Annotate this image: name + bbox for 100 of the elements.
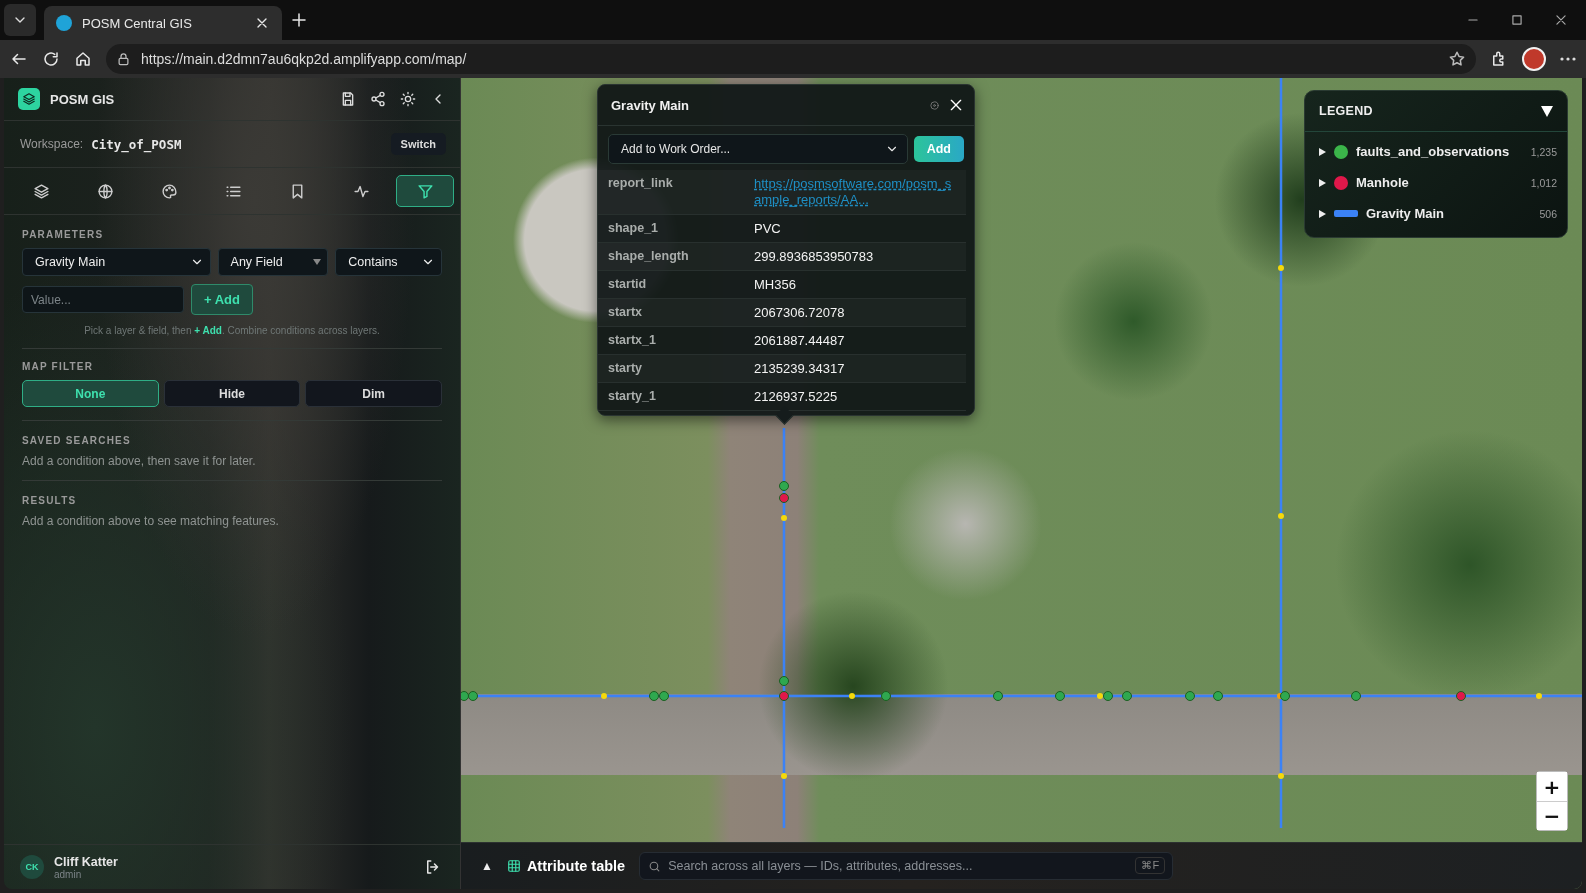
attribute-key: report_link <box>608 176 754 190</box>
observation-point[interactable] <box>1351 691 1361 701</box>
report-link[interactable]: https://posmsoftware.com/posm_sample_reports/AA... <box>754 176 956 208</box>
attribute-value: MH356 <box>754 277 796 292</box>
collapse-triangle-icon[interactable] <box>1541 105 1553 117</box>
attribute-key: startx_1 <box>608 333 754 347</box>
observation-point[interactable] <box>1055 691 1065 701</box>
globe-icon <box>96 182 114 200</box>
observation-point[interactable] <box>1103 691 1113 701</box>
observation-point[interactable] <box>1280 691 1290 701</box>
switch-button[interactable]: Switch <box>390 133 446 155</box>
manhole-marker[interactable] <box>779 691 789 701</box>
vertex-point[interactable] <box>601 693 607 699</box>
vertex-point[interactable] <box>1097 693 1103 699</box>
layer-name: faults_and_observations <box>1356 144 1511 159</box>
app-name: POSM GIS <box>50 91 116 107</box>
layer-select[interactable]: Gravity Main <box>22 248 211 276</box>
feature-count: 1,012 <box>1530 176 1557 189</box>
user-avatar: CK <box>20 855 44 879</box>
observation-point[interactable] <box>468 691 478 701</box>
vertex-point[interactable] <box>1278 513 1284 519</box>
popup-title: Gravity Main <box>611 97 691 113</box>
reload-icon <box>42 50 60 68</box>
observation-point[interactable] <box>1213 691 1223 701</box>
new-tab-plus-icon <box>290 11 308 29</box>
address-bar[interactable]: https://main.d2dmn7au6qkp2d.amplifyapp.com/map/ <box>106 44 1476 74</box>
vertex-point[interactable] <box>781 515 787 521</box>
attribute-value: 299.8936853950783 <box>754 249 874 264</box>
field-select[interactable]: Any Field <box>217 248 329 276</box>
observation-point[interactable] <box>993 691 1003 701</box>
manhole-marker[interactable] <box>779 493 789 503</box>
attribute-value: 2126937.5225 <box>754 389 838 404</box>
manhole-marker[interactable] <box>1456 691 1466 701</box>
zoom-out-button[interactable]: − <box>1537 801 1567 830</box>
observation-point[interactable] <box>1122 691 1132 701</box>
tab-list-button[interactable] <box>4 4 36 36</box>
maximize-icon <box>1510 13 1524 27</box>
vertex-point[interactable] <box>1536 693 1542 699</box>
section-heading: RESULTS <box>22 495 78 506</box>
target-icon <box>929 99 940 111</box>
layers-icon <box>32 182 50 200</box>
vertex-point[interactable] <box>1278 265 1284 271</box>
observation-point[interactable] <box>779 481 789 491</box>
share-icon <box>370 91 386 107</box>
attribute-key: startid <box>608 277 754 291</box>
vertex-point[interactable] <box>1278 773 1284 779</box>
attribute-value: PVC <box>754 221 781 236</box>
table-icon <box>506 859 521 873</box>
observation-point[interactable] <box>1185 691 1195 701</box>
observation-point[interactable] <box>779 676 789 686</box>
attribute-table-button[interactable]: Attribute table <box>506 858 626 874</box>
work-order-select[interactable]: Add to Work Order... <box>608 134 908 164</box>
filter-option[interactable]: Hide <box>163 380 301 407</box>
attribute-key: shape_1 <box>608 221 754 235</box>
layer-name: Gravity Main <box>1366 206 1446 221</box>
expand-triangle-icon[interactable] <box>1319 147 1326 156</box>
filter-option[interactable]: None <box>22 380 159 407</box>
caret-icon <box>313 259 322 265</box>
observation-point[interactable] <box>881 691 891 701</box>
more-icon[interactable] <box>1560 57 1576 61</box>
workspace-name: City_of_POSM <box>91 136 183 152</box>
section-heading: PARAMETERS <box>22 229 105 240</box>
feature-count: 1,235 <box>1530 145 1557 158</box>
save-icon <box>340 91 356 107</box>
legend-title: LEGEND <box>1319 104 1373 118</box>
expand-triangle-icon[interactable] <box>1319 178 1326 187</box>
attribute-key: startx <box>608 305 754 319</box>
observation-point[interactable] <box>461 691 469 701</box>
star-icon <box>1448 50 1466 68</box>
filter-option[interactable]: Dim <box>305 380 442 407</box>
close-icon <box>948 97 964 113</box>
vertex-point[interactable] <box>781 773 787 779</box>
sun-icon <box>400 91 416 107</box>
value-field[interactable]: Value... <box>22 286 184 313</box>
user-role: admin <box>54 868 83 880</box>
empty-state-text: Add a condition above to see matching features. <box>22 514 280 528</box>
browser-tab[interactable]: POSM Central GIS <box>44 6 282 40</box>
observation-point[interactable] <box>649 691 659 701</box>
section-heading: MAP FILTER <box>22 361 95 372</box>
attribute-key: starty <box>608 361 754 375</box>
attribute-value: 2135239.34317 <box>754 361 845 376</box>
vertex-point[interactable] <box>849 693 855 699</box>
empty-state-text: Add a condition above, then save it for later. <box>22 454 257 468</box>
attribute-key: starty_1 <box>608 389 754 403</box>
layer-name: Manhole <box>1356 175 1410 190</box>
attribute-value: 2061887.44487 <box>754 333 845 348</box>
workspace-label: Workspace: <box>20 137 84 151</box>
observation-point[interactable] <box>659 691 669 701</box>
section-heading: SAVED SEARCHES <box>22 435 132 446</box>
profile-avatar[interactable] <box>1522 47 1546 71</box>
keyboard-shortcut: ⌘F <box>1135 857 1166 874</box>
panel-toggle[interactable]: ▲ <box>481 859 493 873</box>
palette-icon <box>160 182 178 200</box>
user-name: Cliff Katter <box>54 854 119 869</box>
operator-select[interactable]: Contains <box>335 248 442 276</box>
hint-text: Pick a layer & field, then + Add. Combine conditions across layers. <box>83 325 381 336</box>
expand-triangle-icon[interactable] <box>1319 209 1326 218</box>
add-condition-button[interactable]: + Add <box>191 284 253 315</box>
tab-title: POSM Central GIS <box>82 15 193 31</box>
attribute-value: 2067306.72078 <box>754 305 845 320</box>
